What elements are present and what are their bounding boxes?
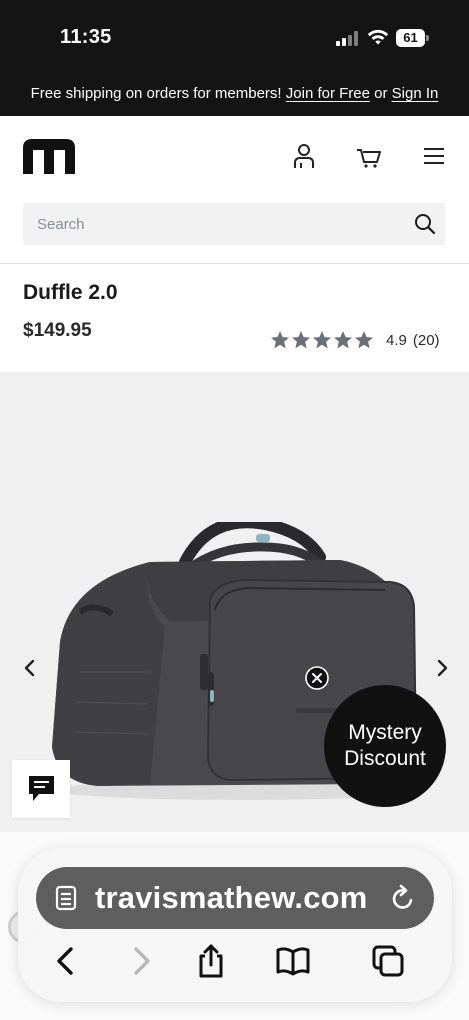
product-price: $149.95	[23, 320, 92, 341]
battery-level: 61	[396, 29, 425, 47]
browser-toolbar: travismathew.com	[18, 848, 452, 1002]
promo-text: Free shipping on orders for members!	[30, 85, 286, 102]
star-icon	[355, 331, 373, 349]
product-rating[interactable]: 4.9 (20)	[270, 329, 440, 351]
join-for-free-link[interactable]: Join for Free	[286, 85, 370, 102]
search-input[interactable]	[37, 203, 397, 245]
forward-icon[interactable]	[123, 943, 159, 979]
url-text: travismathew.com	[95, 880, 368, 915]
bookmarks-icon[interactable]	[275, 943, 311, 979]
chat-button[interactable]	[12, 760, 70, 818]
page-menu-icon[interactable]	[55, 885, 79, 911]
rating-value: 4.9	[386, 331, 407, 349]
close-popup-icon[interactable]	[305, 666, 329, 690]
menu-icon[interactable]	[420, 142, 448, 170]
status-time: 11:35	[60, 26, 112, 48]
star-icon	[334, 331, 352, 349]
next-image-arrow-icon[interactable]	[432, 656, 452, 680]
chat-icon	[29, 776, 54, 801]
cart-icon[interactable]	[355, 142, 383, 170]
search-icon[interactable]	[414, 213, 436, 235]
address-bar[interactable]: travismathew.com	[36, 867, 434, 929]
promo-or-text: or	[369, 85, 392, 102]
back-icon[interactable]	[48, 943, 84, 979]
search-bar	[23, 203, 445, 245]
mystery-discount-button[interactable]: Mystery Discount	[324, 685, 446, 807]
product-title: Duffle 2.0	[23, 281, 118, 304]
mystery-discount-line1: Mystery	[348, 721, 422, 744]
account-icon[interactable]	[290, 142, 318, 170]
star-icon	[292, 331, 310, 349]
status-bar: 11:35 61	[0, 0, 469, 76]
tabs-icon[interactable]	[370, 943, 406, 979]
sign-in-link[interactable]: Sign In	[392, 85, 439, 102]
site-header	[0, 116, 469, 264]
travismathew-logo-icon[interactable]	[23, 138, 75, 174]
mystery-discount-line2: Discount	[344, 747, 426, 770]
previous-image-arrow-icon[interactable]	[20, 656, 40, 680]
star-icon	[313, 331, 331, 349]
promo-banner: Free shipping on orders for members! Joi…	[0, 76, 469, 116]
wifi-icon	[367, 29, 389, 45]
battery-icon: 61	[396, 29, 429, 47]
reload-icon[interactable]	[390, 884, 416, 912]
share-icon[interactable]	[193, 943, 229, 979]
rating-stars	[270, 330, 374, 350]
review-count[interactable]: (20)	[413, 332, 440, 349]
cellular-signal-icon	[336, 31, 360, 46]
star-icon	[271, 331, 289, 349]
